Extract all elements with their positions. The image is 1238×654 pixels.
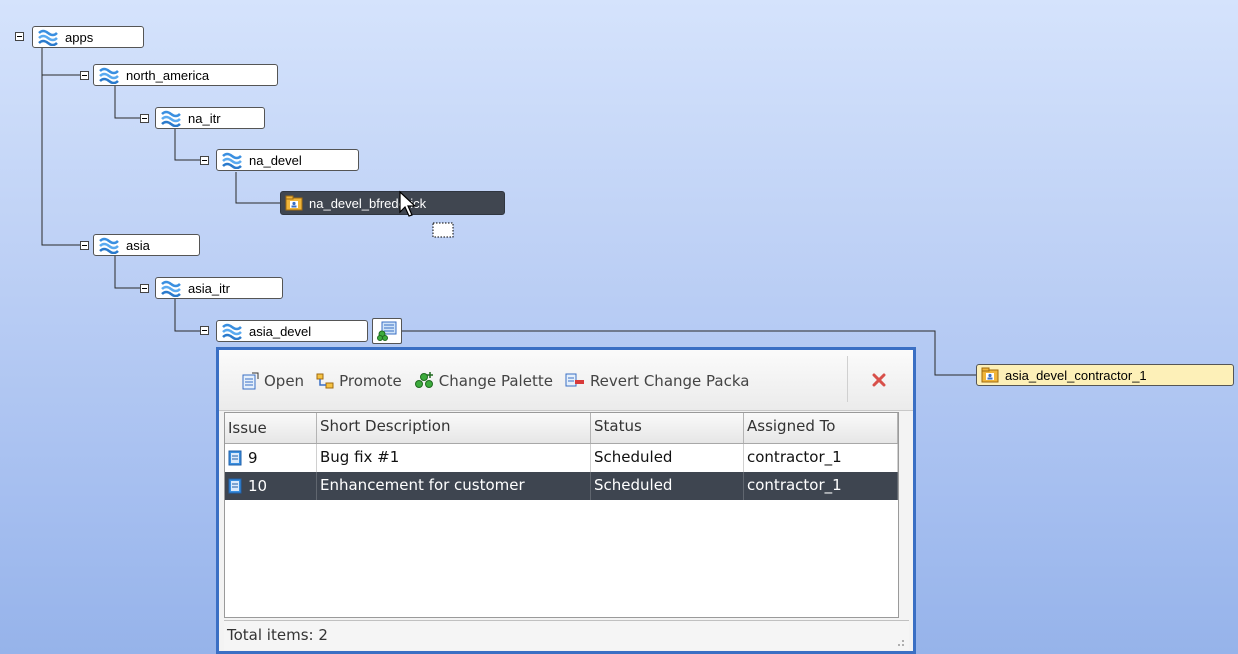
toolbar-divider	[847, 356, 848, 402]
stream-icon	[37, 28, 59, 46]
change-package-icon[interactable]	[372, 318, 402, 344]
table-row[interactable]: 10 Enhancement for customer Scheduled co…	[225, 472, 898, 500]
column-header-issue[interactable]: Issue	[225, 413, 317, 443]
collapse-toggle-na-itr[interactable]	[140, 114, 149, 123]
issue-status: Scheduled	[591, 444, 744, 472]
stream-label: na_itr	[188, 110, 221, 126]
stream-label: north_america	[126, 67, 210, 83]
revert-icon	[565, 373, 584, 387]
change-package-popup: Open Promote Change Palette Revert Chang…	[216, 347, 916, 654]
collapse-toggle-north-america[interactable]	[80, 71, 89, 80]
issue-number: 9	[248, 449, 258, 467]
stream-node-asia-devel[interactable]: asia_devel	[216, 320, 368, 342]
column-header-assigned-to[interactable]: Assigned To	[744, 413, 898, 443]
workspace-label: asia_devel_contractor_1	[1005, 367, 1147, 383]
issue-status: Scheduled	[591, 472, 744, 500]
issue-assigned-to: contractor_1	[744, 472, 898, 500]
promote-button[interactable]: Promote	[316, 372, 402, 390]
stream-node-na-itr[interactable]: na_itr	[155, 107, 265, 129]
stream-browser-canvas[interactable]: apps north_america na_itr na_devel na_de…	[0, 0, 1238, 654]
stream-label: asia_itr	[188, 280, 230, 296]
workspace-folder-icon	[981, 367, 999, 383]
workspace-folder-icon	[285, 195, 303, 211]
collapse-toggle-na-devel[interactable]	[200, 156, 209, 165]
revert-change-package-button[interactable]: Revert Change Packa	[565, 372, 749, 390]
collapse-toggle-asia-devel[interactable]	[200, 326, 209, 335]
stream-label: asia	[126, 237, 150, 253]
stream-node-asia[interactable]: asia	[93, 234, 200, 256]
table-row[interactable]: 9 Bug fix #1 Scheduled contractor_1	[225, 444, 898, 472]
collapse-toggle-asia[interactable]	[80, 241, 89, 250]
stream-node-asia-itr[interactable]: asia_itr	[155, 277, 283, 299]
promote-icon	[316, 373, 334, 389]
stream-node-apps[interactable]: apps	[32, 26, 144, 48]
stream-label: asia_devel	[249, 323, 312, 339]
change-palette-button[interactable]: Change Palette	[414, 372, 553, 390]
stream-icon	[98, 236, 120, 254]
issue-description: Bug fix #1	[317, 444, 591, 472]
stream-icon	[160, 279, 182, 297]
mouse-cursor-icon	[399, 190, 417, 217]
close-icon[interactable]	[871, 372, 887, 388]
column-header-status[interactable]: Status	[591, 413, 744, 443]
stream-icon	[98, 66, 120, 84]
issue-number: 10	[248, 477, 268, 495]
workspace-node-asia-devel-contractor-1[interactable]: asia_devel_contractor_1	[976, 364, 1234, 386]
resize-grip-icon[interactable]	[895, 637, 905, 647]
stream-icon	[221, 322, 243, 340]
stream-icon	[221, 151, 243, 169]
issue-description: Enhancement for customer	[317, 472, 591, 500]
collapse-toggle-apps[interactable]	[15, 32, 24, 41]
collapse-toggle-asia-itr[interactable]	[140, 284, 149, 293]
stream-node-north-america[interactable]: north_america	[93, 64, 278, 86]
total-items-text: Total items: 2	[227, 626, 328, 644]
table-header: Issue Short Description Status Assigned …	[225, 413, 898, 444]
open-icon	[242, 372, 259, 390]
issues-table: Issue Short Description Status Assigned …	[224, 412, 899, 618]
popup-toolbar: Open Promote Change Palette Revert Chang…	[219, 350, 913, 411]
open-button[interactable]: Open	[241, 372, 304, 390]
stream-icon	[160, 109, 182, 127]
column-header-short-description[interactable]: Short Description	[317, 413, 591, 443]
workspace-node-na-devel-bfrederick[interactable]: na_devel_bfrederick	[280, 191, 505, 215]
issue-assigned-to: contractor_1	[744, 444, 898, 472]
drag-indicator-icon	[432, 222, 454, 238]
stream-label: na_devel	[249, 152, 302, 168]
stream-node-na-devel[interactable]: na_devel	[216, 149, 359, 171]
status-bar: Total items: 2	[224, 620, 909, 650]
stream-label: apps	[65, 29, 94, 45]
issue-icon	[228, 450, 242, 466]
issue-icon	[228, 478, 242, 494]
change-palette-icon	[414, 372, 433, 388]
